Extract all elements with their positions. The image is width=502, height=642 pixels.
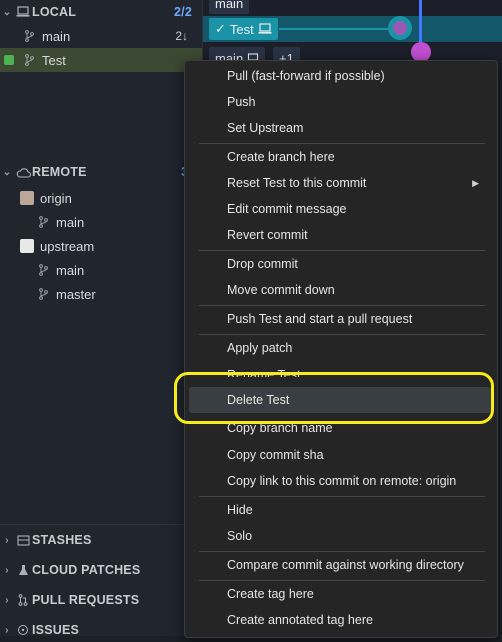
menu-item-compare[interactable]: Compare commit against working directory (189, 552, 491, 578)
branch-label: Test (42, 52, 66, 68)
menu-item-create-tag[interactable]: Create tag here (189, 581, 491, 607)
commit-node-avatar-2[interactable] (411, 42, 431, 62)
local-section-header[interactable]: ⌄ LOCAL 2/2 (0, 0, 202, 24)
laptop-icon (258, 23, 272, 35)
chevron-right-icon: › (5, 564, 9, 576)
menu-item-edit-message[interactable]: Edit commit message (189, 196, 491, 222)
remote-branch-upstream-master[interactable]: master (0, 282, 202, 306)
branch-pill-test[interactable]: ✓ Test (209, 18, 278, 40)
branch-pill-main[interactable]: main (209, 0, 250, 14)
menu-item-hide[interactable]: Hide (189, 497, 491, 523)
menu-item-copy-sha[interactable]: Copy commit sha (189, 442, 491, 468)
section-label: ISSUES (32, 623, 80, 637)
pull-request-icon (14, 594, 32, 606)
stashes-section-header[interactable]: › STASHES (0, 528, 202, 552)
local-section-label: LOCAL (32, 5, 77, 19)
pull-requests-section-header[interactable]: › PULL REQUESTS (0, 588, 202, 612)
section-label: PULL REQUESTS (32, 593, 140, 607)
chevron-right-icon: › (5, 534, 9, 546)
chevron-down-icon: ⌄ (2, 6, 12, 18)
menu-item-drop-commit[interactable]: Drop commit (189, 251, 491, 277)
menu-item-solo[interactable]: Solo (189, 523, 491, 549)
avatar (20, 191, 34, 205)
menu-item-set-upstream[interactable]: Set Upstream (189, 115, 491, 141)
chevron-right-icon: › (5, 594, 9, 606)
branch-label: main (56, 214, 85, 230)
menu-item-pull[interactable]: Pull (fast-forward if possible) (189, 63, 491, 89)
remote-origin[interactable]: origin (0, 186, 202, 210)
local-count: 2/2 (174, 5, 192, 19)
menu-item-move-down[interactable]: Move commit down (189, 277, 491, 303)
submenu-arrow-icon: ▶ (472, 177, 479, 188)
branch-icon (36, 288, 50, 300)
avatar (20, 239, 34, 253)
cloud-icon (14, 167, 32, 178)
menu-item-rename[interactable]: Rename Test (189, 361, 491, 377)
checkbox-icon (4, 55, 14, 65)
section-label: STASHES (32, 533, 92, 547)
remote-section-label: REMOTE (32, 165, 87, 179)
remote-label: upstream (40, 238, 95, 254)
remote-label: origin (40, 190, 72, 206)
remote-branch-origin-main[interactable]: main (0, 210, 202, 234)
remote-section-header[interactable]: ⌄ REMOTE 3/ (0, 160, 202, 184)
local-branch-main[interactable]: main 2↓ (0, 24, 202, 48)
laptop-icon (14, 6, 32, 18)
left-sidebar: ⌄ LOCAL 2/2 main 2↓ Test ⌄ REMOTE 3/ ori… (0, 0, 203, 637)
branch-label: main (56, 262, 85, 278)
branch-icon (22, 30, 36, 42)
branch-icon (36, 216, 50, 228)
context-menu: Pull (fast-forward if possible) Push Set… (184, 60, 498, 638)
menu-item-apply-patch[interactable]: Apply patch (189, 335, 491, 361)
archive-icon (14, 534, 32, 546)
flask-icon (14, 564, 32, 576)
issues-section-header[interactable]: › ISSUES (0, 618, 202, 642)
menu-item-reset[interactable]: Reset Test to this commit ▶ (189, 170, 491, 196)
behind-badge: 2↓ (175, 29, 188, 43)
section-label: CLOUD PATCHES (32, 563, 141, 577)
menu-item-copy-branch-name[interactable]: Copy branch name (189, 416, 491, 438)
commit-node-avatar[interactable] (388, 16, 412, 40)
menu-item-push[interactable]: Push (189, 89, 491, 115)
branch-label: master (56, 286, 96, 302)
issue-icon (14, 624, 32, 636)
menu-item-copy-link[interactable]: Copy link to this commit on remote: orig… (189, 468, 491, 494)
menu-item-create-annotated-tag[interactable]: Create annotated tag here (189, 607, 491, 633)
chevron-right-icon: › (5, 624, 9, 636)
check-icon: ✓ (215, 21, 226, 36)
cloud-patches-section-header[interactable]: › CLOUD PATCHES (0, 558, 202, 582)
menu-item-push-pr[interactable]: Push Test and start a pull request (189, 306, 491, 332)
avatar (393, 21, 407, 35)
menu-item-create-branch[interactable]: Create branch here (189, 144, 491, 170)
branch-icon (36, 264, 50, 276)
chevron-down-icon: ⌄ (2, 166, 12, 178)
branch-label: main (42, 28, 71, 44)
branch-connector-line (279, 28, 391, 30)
menu-item-revert[interactable]: Revert commit (189, 222, 491, 248)
menu-item-delete[interactable]: Delete Test (189, 387, 491, 413)
remote-branch-upstream-main[interactable]: main (0, 258, 202, 282)
divider (0, 524, 202, 525)
remote-upstream[interactable]: upstream (0, 234, 202, 258)
local-branch-test[interactable]: Test (0, 48, 202, 72)
branch-icon (22, 54, 36, 66)
